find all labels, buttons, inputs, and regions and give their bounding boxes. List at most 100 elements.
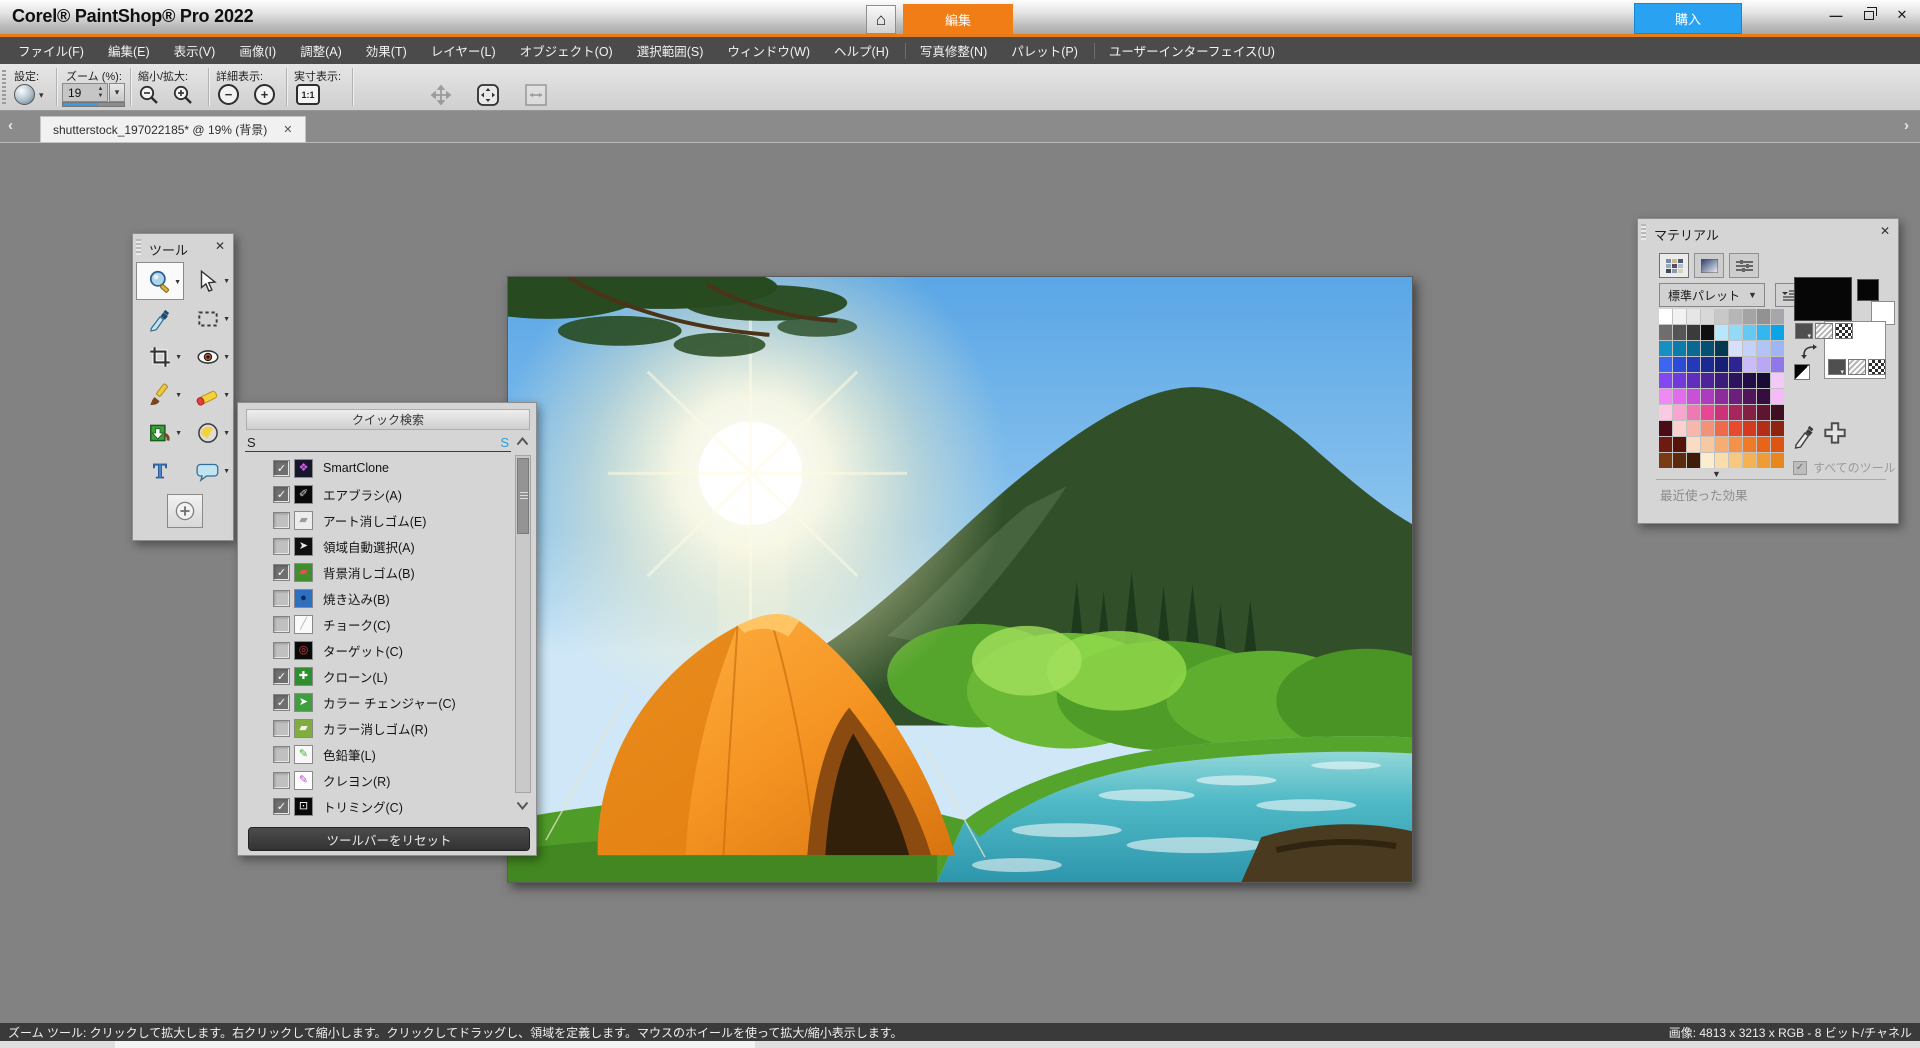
color-swatch[interactable] [1715,357,1728,372]
color-swatch[interactable] [1701,453,1714,468]
color-swatch[interactable] [1687,421,1700,436]
menu-item[interactable]: ヘルプ(H) [822,37,901,64]
color-swatch[interactable] [1771,309,1784,324]
quick-search-item[interactable]: ✓ ➤ カラー チェンジャー(C) [242,689,512,715]
menu-item[interactable]: 効果(T) [354,37,419,64]
tab-edit[interactable]: 編集 [903,4,1013,34]
document-tab[interactable]: shutterstock_197022185* @ 19% (背景) ✕ [40,116,306,143]
color-swatch[interactable] [1743,357,1756,372]
menu-item[interactable]: 画像(I) [227,37,288,64]
color-swatch[interactable] [1757,309,1770,324]
color-swatch[interactable] [1743,309,1756,324]
color-swatch[interactable] [1673,437,1686,452]
bg-pattern-style-button[interactable] [1868,359,1886,375]
eraser-tool[interactable]: ▼ [184,376,232,414]
pick-color-button[interactable] [1793,421,1815,454]
selection-tool[interactable]: ▼ [184,300,232,338]
tool-checkbox[interactable]: ✓ [273,798,290,815]
color-swatch[interactable] [1757,453,1770,468]
tab-gradient[interactable] [1694,253,1724,278]
tool-checkbox[interactable]: ✓ [273,564,290,581]
color-swatch[interactable] [1757,373,1770,388]
color-swatch[interactable] [1701,341,1714,356]
zoom-spinbox[interactable]: 19 ▲▼ ▾ [62,83,126,107]
color-swatch[interactable] [1659,405,1672,420]
menu-item[interactable]: ユーザーインターフェイス(U) [1090,37,1287,64]
color-swatch[interactable] [1771,437,1784,452]
color-swatch[interactable] [1673,309,1686,324]
color-swatch[interactable] [1729,309,1742,324]
color-swatch[interactable] [1743,437,1756,452]
zoom-tool[interactable]: ▼ [136,262,184,300]
color-swatch[interactable] [1659,357,1672,372]
color-swatch[interactable] [1701,357,1714,372]
color-swatch[interactable] [1673,357,1686,372]
close-icon[interactable]: ✕ [1880,224,1890,238]
menu-item[interactable]: レイヤー(L) [419,37,508,64]
color-swatch[interactable] [1757,405,1770,420]
color-swatch[interactable] [1673,389,1686,404]
color-swatch[interactable] [1757,341,1770,356]
panel-grip[interactable] [1641,224,1646,240]
all-tools-checkbox[interactable]: ✓ [1793,461,1807,475]
menu-item[interactable]: 表示(V) [162,37,228,64]
quick-search-item[interactable]: ✓ ✎ 色鉛筆(L) [242,741,512,767]
tab-sliders[interactable] [1729,253,1759,278]
menu-item[interactable]: 選択範囲(S) [625,37,716,64]
add-tool-button[interactable] [167,494,203,528]
color-swatch[interactable] [1771,373,1784,388]
tool-checkbox[interactable]: ✓ [273,460,290,477]
color-swatch[interactable] [1757,325,1770,340]
toolbar-grip[interactable] [2,70,6,104]
paint-brush-tool[interactable]: ▼ [136,376,184,414]
tool-checkbox[interactable]: ✓ [273,538,290,555]
pick-tool[interactable]: ▼ [184,262,232,300]
color-swatch[interactable] [1687,389,1700,404]
fg-gradient-style-button[interactable] [1815,323,1833,339]
zoom-dropdown-button[interactable]: ▾ [109,83,125,102]
color-swatch[interactable] [1701,373,1714,388]
fg-color-style-button[interactable] [1795,323,1813,339]
color-swatch[interactable] [1771,341,1784,356]
tool-checkbox[interactable]: ✓ [273,512,290,529]
quick-search-item[interactable]: ✓ ✎ クレヨン(R) [242,767,512,793]
color-swatch[interactable] [1743,421,1756,436]
panel-grip[interactable] [136,239,141,255]
color-swatch[interactable] [1687,325,1700,340]
actual-size-button[interactable]: 1:1 [296,84,320,105]
color-swatch[interactable] [1659,389,1672,404]
tool-checkbox[interactable]: ✓ [273,590,290,607]
quick-search-item[interactable]: ✓ ▰ 背景消しゴム(B) [242,559,512,585]
foreground-mini-swatch[interactable] [1857,279,1879,301]
color-swatch[interactable] [1729,389,1742,404]
zoom-slider[interactable] [62,102,125,107]
color-swatch[interactable] [1673,325,1686,340]
color-swatch[interactable] [1673,453,1686,468]
color-swatch[interactable] [1659,373,1672,388]
close-button[interactable]: ✕ [1894,7,1910,23]
palette-dropdown[interactable]: 標準パレット ▼ [1659,283,1765,307]
color-swatch[interactable] [1757,357,1770,372]
bg-gradient-style-button[interactable] [1848,359,1866,375]
scroll-up-button[interactable] [512,431,532,451]
quick-search-item[interactable]: ✓ ▰ アート消しゴム(E) [242,507,512,533]
color-swatch[interactable] [1757,421,1770,436]
color-swatch[interactable] [1701,389,1714,404]
bg-color-style-button[interactable] [1828,359,1846,375]
minimize-button[interactable]: — [1828,7,1844,23]
scrollbar-thumb[interactable] [517,458,529,534]
color-swatch[interactable] [1743,373,1756,388]
color-swatch[interactable] [1771,325,1784,340]
scroll-down-button[interactable] [512,795,532,815]
quick-search-item[interactable]: ✓ ◎ ターゲット(C) [242,637,512,663]
close-icon[interactable]: ✕ [283,123,292,136]
color-swatch[interactable] [1729,453,1742,468]
quick-search-item[interactable]: ✓ ╱ チョーク(C) [242,611,512,637]
menu-item[interactable]: 編集(E) [96,37,162,64]
all-tools-option[interactable]: ✓ すべてのツール [1793,459,1896,476]
menu-item[interactable]: ファイル(F) [6,37,96,64]
zoom-spin-arrows[interactable]: ▲▼ [94,84,107,101]
color-swatch[interactable] [1729,405,1742,420]
buy-button[interactable]: 購入 [1634,3,1742,34]
color-swatch[interactable] [1729,373,1742,388]
